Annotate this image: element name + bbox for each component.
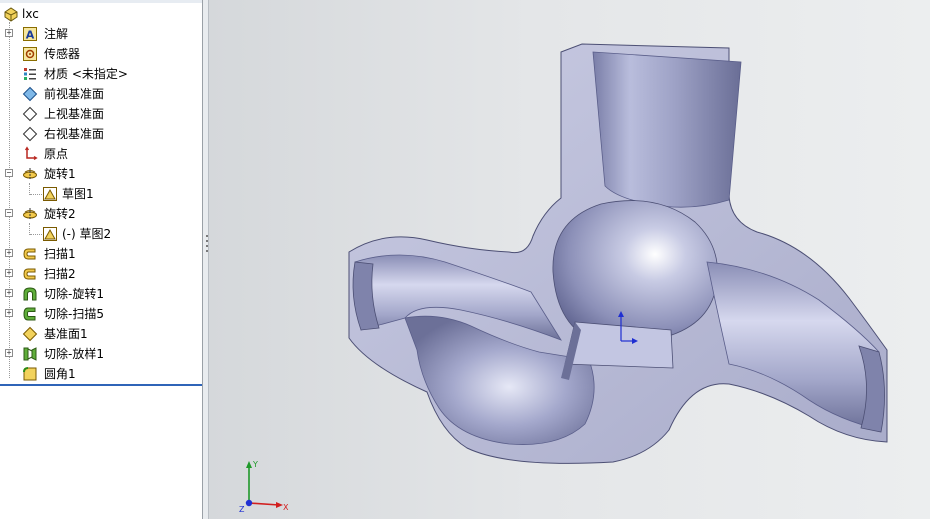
plane-icon [22,86,38,102]
expand-toggle[interactable]: + [5,309,13,317]
revolve-icon [22,166,38,182]
expand-toggle[interactable]: + [5,29,13,37]
triad-y-label: Y [252,460,258,469]
tree-item-label: 圆角1 [44,367,76,381]
tree-item-material[interactable]: 材质 <未指定> [0,64,202,84]
plane-icon [22,106,38,122]
collapse-toggle[interactable]: − [5,209,13,217]
cut-sweep-icon [22,306,38,322]
tree-item-annotations[interactable]: + A 注解 [0,24,202,44]
view-orientation-triad: Y X Z [239,455,293,517]
tree-item-cut-sweep5[interactable]: + 切除-扫描5 [0,304,202,324]
tree-item-sketch1[interactable]: 草图1 [0,184,202,204]
tree-item-top-plane[interactable]: 上视基准面 [0,104,202,124]
expand-toggle[interactable]: + [5,289,13,297]
tree-item-front-plane[interactable]: 前视基准面 [0,84,202,104]
expand-toggle[interactable]: + [5,249,13,257]
tree-item-label: 原点 [44,147,69,161]
annotations-icon: A [22,26,38,42]
section-view-model[interactable] [209,0,930,519]
sketch-icon [42,226,58,242]
tree-item-cut-loft1[interactable]: + 切除-放样1 [0,344,202,364]
collapse-toggle[interactable]: − [5,169,13,177]
plane-icon [22,126,38,142]
tree-item-revolve2[interactable]: − 旋转2 [0,204,202,224]
triad-x-label: X [283,503,289,512]
tree-item-label: 材质 <未指定> [44,67,128,81]
tree-item-label: 切除-扫描5 [44,307,104,321]
tree-item-label: 前视基准面 [44,87,105,101]
tree-item-label: 注解 [44,27,69,41]
tree-item-label: 旋转2 [44,207,76,221]
tree-item-label: 上视基准面 [44,107,105,121]
expand-toggle[interactable]: + [5,269,13,277]
tree-item-right-plane[interactable]: 右视基准面 [0,124,202,144]
tree-item-label: 切除-旋转1 [44,287,104,301]
rollback-bar[interactable] [0,384,202,386]
tree-item-label: 旋转1 [44,167,76,181]
tree-root-part[interactable]: lxc [0,4,202,24]
tree-item-ref-plane1[interactable]: 基准面1 [0,324,202,344]
tree-item-label: 基准面1 [44,327,88,341]
central-stem [564,321,674,369]
svg-text:A: A [26,29,35,42]
tree-item-sweep1[interactable]: + 扫描1 [0,244,202,264]
tree-item-fillet1[interactable]: 圆角1 [0,364,202,384]
fillet-icon [22,366,38,382]
tree-item-label: 扫描2 [44,267,76,281]
tree-item-label: (-) 草图2 [62,227,112,241]
graphics-viewport[interactable]: Y X Z [209,0,930,519]
tree-item-sensors[interactable]: 传感器 [0,44,202,64]
sketch-icon [42,186,58,202]
tree-top-border [0,0,202,3]
part-icon [3,6,19,22]
tree-root-label: lxc [22,7,39,21]
sweep-icon [22,246,38,262]
triad-z-label: Z [239,505,245,513]
origin-icon [22,146,38,162]
tree-item-label: 扫描1 [44,247,76,261]
feature-manager-tree: lxc + A 注解 传感器 材质 <未指定> 前视基准面 上视基准面 右视基准… [0,0,203,519]
valve-ball [552,200,718,343]
upper-bore [592,51,742,208]
tree-item-label: 草图1 [62,187,94,201]
tree-item-label: 右视基准面 [44,127,105,141]
tree-item-revolve1[interactable]: − 旋转1 [0,164,202,184]
ref-plane-icon [22,326,38,342]
tree-item-label: 切除-放样1 [44,347,104,361]
sweep-icon [22,266,38,282]
cut-loft-icon [22,346,38,362]
revolve-icon [22,206,38,222]
tree-item-cut-revolve1[interactable]: + 切除-旋转1 [0,284,202,304]
sensor-icon [22,46,38,62]
cut-revolve-icon [22,286,38,302]
tree-item-sketch2[interactable]: (-) 草图2 [0,224,202,244]
tree-item-origin[interactable]: 原点 [0,144,202,164]
tree-item-sweep2[interactable]: + 扫描2 [0,264,202,284]
tree-item-label: 传感器 [44,47,81,61]
expand-toggle[interactable]: + [5,349,13,357]
material-icon [22,66,38,82]
